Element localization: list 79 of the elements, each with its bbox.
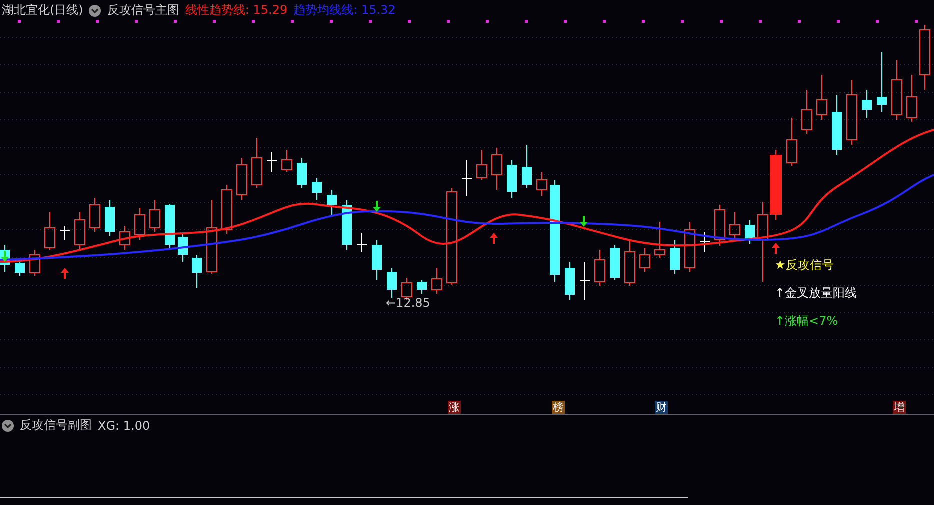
candle <box>786 118 798 166</box>
up-arrow-icon <box>772 243 780 254</box>
candle <box>684 222 696 272</box>
candle <box>60 226 70 240</box>
down-arrow-icon <box>1 251 9 262</box>
legend-text: ★反攻信号 <box>775 257 835 274</box>
candle <box>90 198 100 232</box>
tag-label[interactable]: 财 <box>655 401 668 414</box>
candle <box>30 250 40 276</box>
candle <box>356 232 368 252</box>
candle <box>178 232 188 262</box>
expand-icon[interactable] <box>2 420 14 432</box>
candle <box>846 80 858 146</box>
candle <box>134 208 146 240</box>
candle <box>266 152 278 172</box>
candle <box>150 200 160 232</box>
candle <box>462 160 472 196</box>
candle <box>44 212 56 250</box>
candle <box>222 184 232 234</box>
low-price-label: ←12.85 <box>386 296 430 310</box>
candle <box>297 158 307 188</box>
line-reading: 线性趋势线: 15.29 <box>185 2 288 19</box>
candle <box>745 220 755 244</box>
candle <box>892 60 902 120</box>
candle <box>610 244 620 280</box>
candle <box>832 94 842 156</box>
candle <box>770 150 782 220</box>
candle <box>387 268 397 298</box>
legend-text: ↑涨幅<7% <box>775 313 840 330</box>
candle <box>536 172 548 196</box>
candle <box>507 160 517 198</box>
candle <box>342 200 352 250</box>
up-arrow-icon <box>490 233 498 244</box>
line-reading: 趋势均线线: 15.32 <box>294 2 396 19</box>
candle <box>476 150 488 180</box>
candle <box>580 262 590 300</box>
candle <box>802 90 812 134</box>
indicator-name: 反攻信号主图 <box>107 2 180 19</box>
candle <box>236 158 248 200</box>
candle <box>432 268 442 294</box>
candle <box>670 240 680 274</box>
candle <box>282 150 292 172</box>
up-arrow-icon <box>61 268 69 279</box>
candle <box>816 74 828 120</box>
candle <box>372 240 382 280</box>
tag-label[interactable]: 榜 <box>552 401 565 414</box>
candle <box>862 90 872 118</box>
down-arrow-icon <box>373 201 381 212</box>
candle <box>327 190 337 216</box>
candle <box>522 144 532 188</box>
candle <box>640 248 650 272</box>
stock-title: 湖北宜化(日线) <box>2 2 84 19</box>
candle <box>492 148 502 190</box>
candle <box>120 226 130 250</box>
candle <box>15 260 25 276</box>
candle <box>624 240 636 286</box>
legend-text: ↑金叉放量阳线 <box>775 285 858 302</box>
candle <box>565 262 575 300</box>
candle <box>192 254 202 288</box>
candle <box>74 212 86 250</box>
candle <box>594 250 606 286</box>
candle <box>714 204 726 246</box>
candle <box>165 204 175 248</box>
down-arrow-icon <box>580 216 588 227</box>
indicator-name: 反攻信号副图 <box>20 417 92 434</box>
indicator-reading: XG: 1.00 <box>98 418 150 432</box>
candle <box>654 222 666 258</box>
expand-icon[interactable] <box>89 4 102 16</box>
candle <box>252 138 262 188</box>
tag-label[interactable]: 涨 <box>448 401 461 414</box>
tag-label[interactable]: 增 <box>893 401 906 414</box>
candle <box>877 52 887 112</box>
candle <box>700 232 710 252</box>
candle <box>417 280 427 294</box>
candle <box>906 74 918 122</box>
candle <box>312 178 322 200</box>
candle <box>105 200 115 236</box>
candle <box>730 212 740 240</box>
candle <box>920 24 930 90</box>
